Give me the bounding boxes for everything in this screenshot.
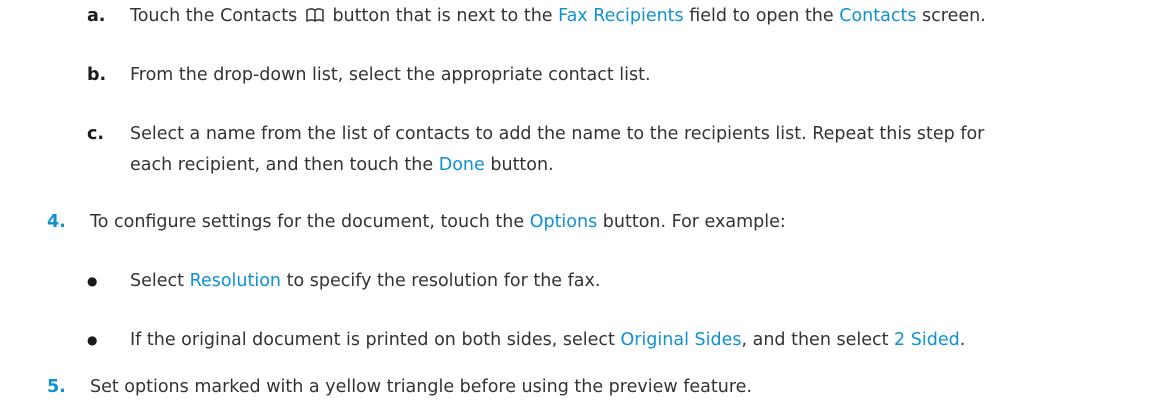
- substep-a-marker: a.: [87, 6, 106, 26]
- substep-c-line-2: each recipient, and then touch the Done …: [130, 152, 554, 178]
- step-4-number: 4.: [47, 212, 66, 232]
- done-link[interactable]: Done: [439, 155, 485, 175]
- substep-a-text: Touch the Contacts button that is next t…: [130, 3, 986, 29]
- bullet-2-text-2: , and then select: [741, 330, 889, 350]
- substep-a-text-1: Touch the Contacts: [130, 6, 298, 26]
- resolution-link[interactable]: Resolution: [190, 271, 281, 291]
- substep-a-text-3: field to open the: [689, 6, 834, 26]
- bullet-1-text-2: to specify the resolution for the fax.: [286, 271, 601, 291]
- step-5-number: 5.: [47, 377, 66, 397]
- substep-c-marker: c.: [87, 124, 105, 144]
- substep-c-text-1: each recipient, and then touch the: [130, 155, 434, 175]
- substep-c-text-2: button.: [490, 155, 554, 175]
- contacts-link[interactable]: Contacts: [839, 6, 916, 26]
- two-sided-link[interactable]: 2 Sided: [894, 330, 960, 350]
- substep-c-line-1: Select a name from the list of contacts …: [130, 124, 985, 144]
- bullet-2-text-1: If the original document is printed on b…: [130, 330, 615, 350]
- step-4-text: To configure settings for the document, …: [90, 209, 786, 235]
- book-icon: [306, 4, 324, 22]
- original-sides-link[interactable]: Original Sides: [620, 330, 741, 350]
- bullet-1-text-1: Select: [130, 271, 184, 291]
- step-5-text: Set options marked with a yellow triangl…: [90, 377, 752, 397]
- bullet-2-text: If the original document is printed on b…: [130, 327, 965, 353]
- step-4-text-1: To configure settings for the document, …: [90, 212, 525, 232]
- options-link[interactable]: Options: [530, 212, 598, 232]
- substep-a-text-2: button that is next to the: [332, 6, 553, 26]
- bullet-1-text: Select Resolution to specify the resolut…: [130, 268, 600, 294]
- bullet-marker: ●: [87, 274, 98, 288]
- substep-b-text: From the drop-down list, select the appr…: [130, 65, 651, 85]
- substep-a-text-4: screen.: [922, 6, 986, 26]
- substep-b-marker: b.: [87, 65, 107, 85]
- bullet-marker: ●: [87, 333, 98, 347]
- fax-recipients-link[interactable]: Fax Recipients: [558, 6, 684, 26]
- bullet-2-text-3: .: [959, 330, 966, 350]
- step-4-text-2: button. For example:: [602, 212, 786, 232]
